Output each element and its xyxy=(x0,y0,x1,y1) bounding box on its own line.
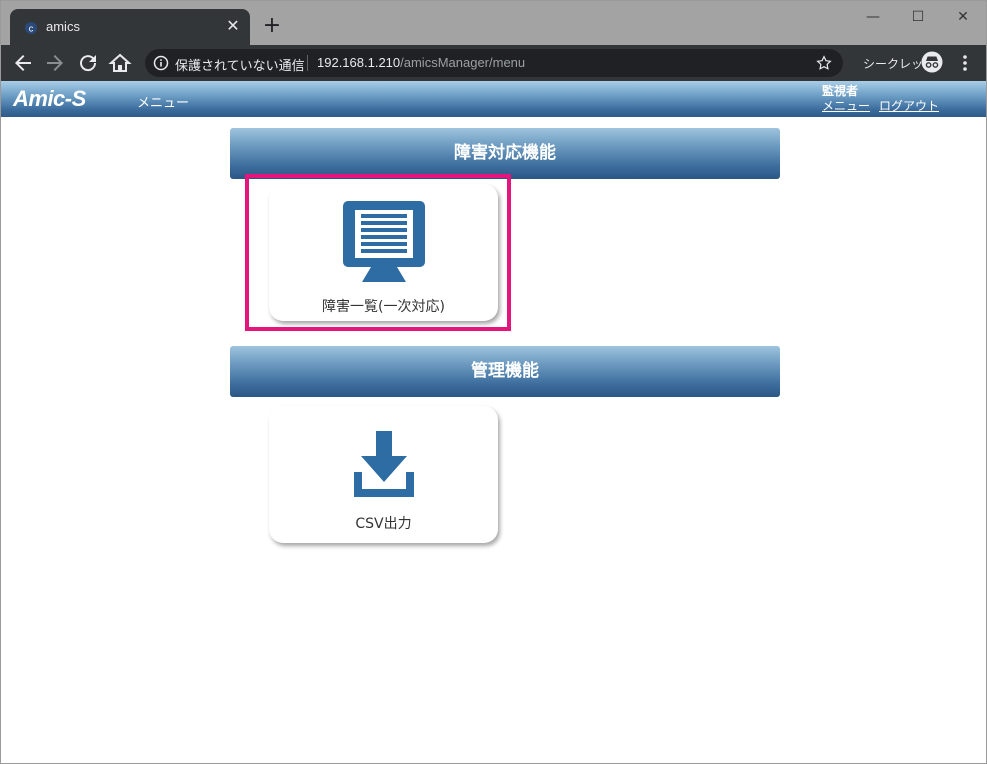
tab-close-icon[interactable]: ✕ xyxy=(224,17,242,35)
minimize-button[interactable]: — xyxy=(858,7,888,27)
address-url[interactable]: 192.168.1.210/amicsManager/menu xyxy=(317,55,525,70)
tab-title: amics xyxy=(46,19,80,34)
browser-toolbar: 保護されていない通信 192.168.1.210/amicsManager/me… xyxy=(1,45,986,81)
info-icon[interactable] xyxy=(153,55,169,71)
tab-strip: c amics ✕ + — ☐ ✕ xyxy=(1,1,986,45)
app-logo: Amic-S xyxy=(13,86,86,111)
selection-highlight xyxy=(245,174,511,331)
back-icon[interactable] xyxy=(11,51,35,75)
browser-tab[interactable]: c amics ✕ xyxy=(10,9,250,45)
section-header-incident: 障害対応機能 xyxy=(230,128,780,179)
forward-icon[interactable] xyxy=(43,51,67,75)
csv-export-card[interactable]: CSV出力 xyxy=(269,406,498,543)
bookmark-star-icon[interactable] xyxy=(815,54,833,72)
address-bar[interactable]: 保護されていない通信 192.168.1.210/amicsManager/me… xyxy=(145,49,843,77)
url-host: 192.168.1.210 xyxy=(317,55,401,70)
logout-link[interactable]: ログアウト xyxy=(879,97,939,114)
reload-icon[interactable] xyxy=(76,51,100,75)
browser-window: c amics ✕ + — ☐ ✕ 保護されていない通信 192.168.1.2… xyxy=(0,0,987,764)
card-label: CSV出力 xyxy=(355,516,412,532)
maximize-button[interactable]: ☐ xyxy=(903,7,933,27)
app-header: Amic-S メニュー 監視者 メニュー ログアウト xyxy=(1,81,986,117)
insecure-label: 保護されていない通信 xyxy=(175,59,305,74)
close-window-button[interactable]: ✕ xyxy=(948,7,978,27)
menu-link[interactable]: メニュー xyxy=(822,97,870,114)
card-icon-wrap xyxy=(269,430,498,498)
incognito-icon[interactable] xyxy=(921,51,943,73)
address-separator xyxy=(307,55,308,71)
svg-text:c: c xyxy=(29,24,34,34)
browser-menu-icon[interactable] xyxy=(957,53,973,73)
section-header-admin: 管理機能 xyxy=(230,346,780,397)
download-icon xyxy=(353,431,414,497)
url-path: /amicsManager/menu xyxy=(400,55,526,70)
header-menu-title: メニュー xyxy=(137,96,190,111)
favicon-icon: c xyxy=(25,22,37,34)
home-icon[interactable] xyxy=(108,51,132,75)
new-tab-button[interactable]: + xyxy=(261,15,283,37)
